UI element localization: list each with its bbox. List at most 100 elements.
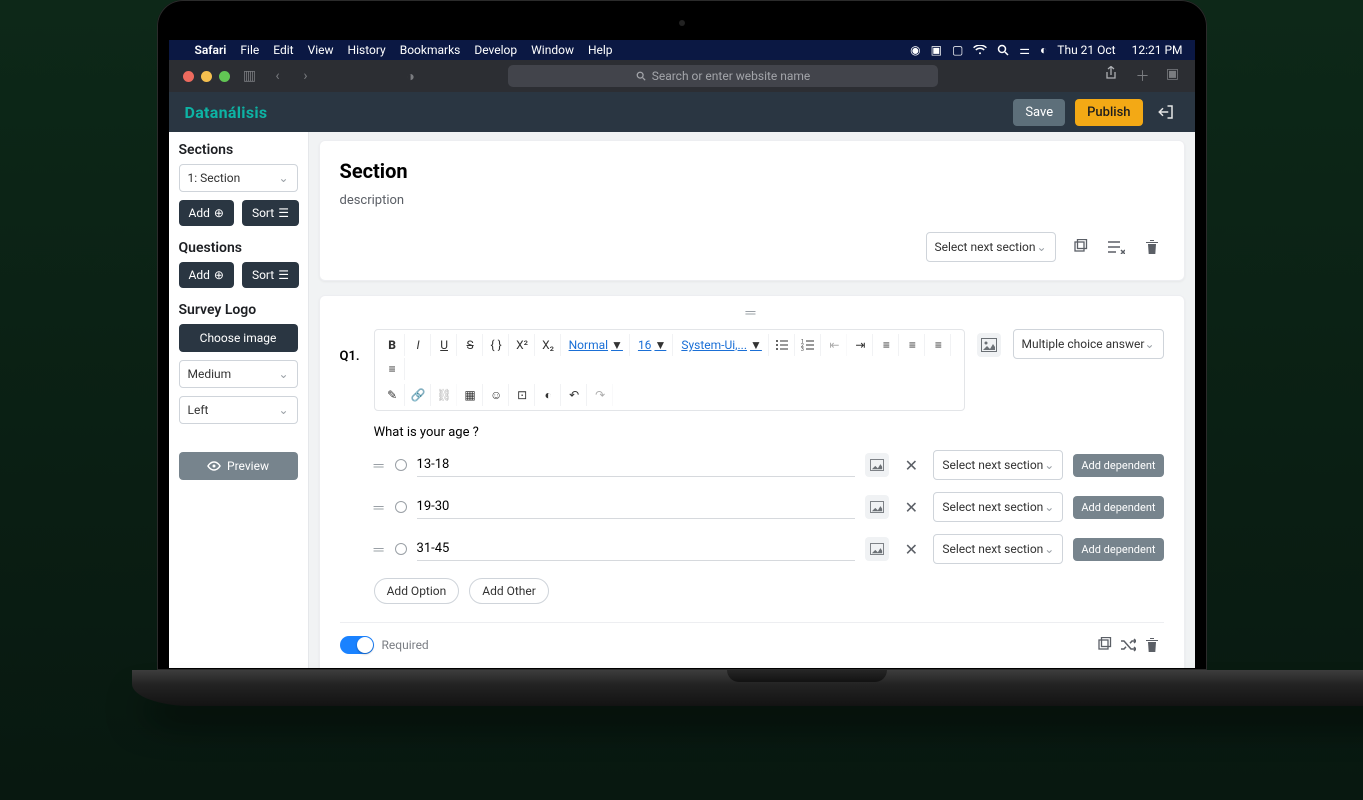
wifi-icon[interactable] <box>973 45 987 55</box>
pencil-icon[interactable]: ✎ <box>381 384 405 406</box>
preview-button[interactable]: Preview <box>179 452 298 480</box>
image-icon[interactable]: ▦ <box>459 384 483 406</box>
add-question-button[interactable]: Add ⊕ <box>179 262 234 288</box>
safari-urlbar[interactable]: Search or enter website name <box>508 65 938 87</box>
unlink-icon[interactable]: ⛓ <box>433 384 457 406</box>
code-icon[interactable]: { } <box>485 334 509 356</box>
option-image-icon[interactable] <box>865 453 889 477</box>
required-toggle[interactable] <box>340 636 374 654</box>
shield-icon[interactable]: ◑ <box>403 68 419 85</box>
save-button[interactable]: Save <box>1013 99 1065 126</box>
font-family-select[interactable]: System-Ui,... ▼ <box>675 334 769 356</box>
q1-option1-next-select[interactable]: Select next section⌄ <box>933 450 1063 480</box>
italic-icon[interactable]: I <box>407 334 431 356</box>
publish-button[interactable]: Publish <box>1075 99 1142 126</box>
add-question-image-icon[interactable] <box>977 333 1001 357</box>
drag-handle-icon[interactable]: ═ <box>374 541 385 558</box>
duplicate-question-icon[interactable] <box>1092 633 1116 657</box>
add-dependent-button[interactable]: Add dependent <box>1073 454 1163 477</box>
drag-handle-icon[interactable]: ═ <box>374 457 385 474</box>
siri-icon[interactable]: ◐ <box>1040 43 1047 57</box>
menu-edit[interactable]: Edit <box>273 43 293 57</box>
align-left-icon[interactable]: ≡ <box>875 334 899 356</box>
underline-icon[interactable]: U <box>433 334 457 356</box>
ordered-list-icon[interactable]: 123 <box>797 334 821 356</box>
strikethrough-icon[interactable]: S <box>459 334 483 356</box>
q1-option-input-1[interactable] <box>417 453 856 477</box>
spotlight-icon[interactable] <box>997 44 1009 56</box>
section-select[interactable]: 1: Section ⌄ <box>179 164 298 192</box>
macos-app-name[interactable]: Safari <box>195 43 227 57</box>
menu-window[interactable]: Window <box>531 43 574 57</box>
align-center-icon[interactable]: ≡ <box>901 334 925 356</box>
display-icon[interactable]: ▣ <box>931 43 942 57</box>
section-description[interactable]: description <box>340 193 1164 208</box>
fullscreen-window-button[interactable] <box>219 71 230 82</box>
logout-icon[interactable] <box>1153 99 1179 125</box>
menu-help[interactable]: Help <box>588 43 613 57</box>
add-section-button[interactable]: Add ⊕ <box>179 200 234 226</box>
add-dependent-button[interactable]: Add dependent <box>1073 538 1163 561</box>
delete-section-icon[interactable] <box>1140 235 1164 259</box>
menu-history[interactable]: History <box>348 43 386 57</box>
remove-option-icon[interactable]: ✕ <box>899 537 923 561</box>
duplicate-section-icon[interactable] <box>1068 235 1092 259</box>
superscript-icon[interactable]: X² <box>511 334 535 356</box>
sidebar-toggle-icon[interactable]: ▥ <box>242 68 258 84</box>
menu-develop[interactable]: Develop <box>474 43 517 57</box>
drag-handle-icon[interactable]: ═ <box>374 499 385 516</box>
subscript-icon[interactable]: X₂ <box>537 334 561 356</box>
q1-option-input-3[interactable] <box>417 537 856 561</box>
indent-icon[interactable]: ⇥ <box>849 334 873 356</box>
add-other-button[interactable]: Add Other <box>469 578 549 604</box>
insert-image-icon[interactable]: ⊡ <box>511 384 535 406</box>
menu-view[interactable]: View <box>308 43 334 57</box>
bold-icon[interactable]: B <box>381 334 405 356</box>
eraser-icon[interactable]: ◐ <box>537 384 561 406</box>
redo-icon[interactable]: ↷ <box>589 384 613 406</box>
remove-option-icon[interactable]: ✕ <box>899 495 923 519</box>
section-next-select[interactable]: Select next section ⌄ <box>926 232 1056 262</box>
align-justify-icon[interactable]: ≡ <box>381 358 405 380</box>
sort-sections-button[interactable]: Sort ☰ <box>242 200 299 226</box>
q1-option3-next-select[interactable]: Select next section⌄ <box>933 534 1063 564</box>
option-image-icon[interactable] <box>865 495 889 519</box>
add-dependent-button[interactable]: Add dependent <box>1073 496 1163 519</box>
unordered-list-icon[interactable] <box>771 334 795 356</box>
q1-type-select[interactable]: Multiple choice answer ⌄ <box>1013 329 1164 359</box>
back-icon[interactable]: ‹ <box>270 68 286 84</box>
delete-question-icon[interactable] <box>1140 633 1164 657</box>
menubar-date[interactable]: Thu 21 Oct <box>1057 43 1115 57</box>
tabs-icon[interactable]: ▣ <box>1165 66 1181 86</box>
control-center-icon[interactable]: ⚌ <box>1019 43 1030 57</box>
play-icon[interactable]: ◉ <box>910 43 920 57</box>
add-option-button[interactable]: Add Option <box>374 578 460 604</box>
logo-size-select[interactable]: Medium ⌄ <box>179 360 298 388</box>
outdent-icon[interactable]: ⇤ <box>823 334 847 356</box>
link-icon[interactable]: 🔗 <box>407 384 431 406</box>
q1-question-text[interactable]: What is your age ? <box>374 411 1164 450</box>
close-window-button[interactable] <box>183 71 194 82</box>
q1-option2-next-select[interactable]: Select next section⌄ <box>933 492 1063 522</box>
option-image-icon[interactable] <box>865 537 889 561</box>
logo-align-select[interactable]: Left ⌄ <box>179 396 298 424</box>
drag-handle-icon[interactable]: ═ <box>340 304 1164 321</box>
new-tab-icon[interactable]: ＋ <box>1135 66 1151 86</box>
menubar-time[interactable]: 12:21 PM <box>1132 43 1183 57</box>
align-right-icon[interactable]: ≡ <box>927 334 951 356</box>
list-remove-icon[interactable] <box>1104 235 1128 259</box>
choose-image-button[interactable]: Choose image <box>179 324 298 352</box>
forward-icon[interactable]: › <box>298 68 314 84</box>
menu-file[interactable]: File <box>240 43 259 57</box>
shuffle-icon[interactable] <box>1116 633 1140 657</box>
menu-bookmarks[interactable]: Bookmarks <box>400 43 461 57</box>
battery-icon[interactable]: ▢ <box>952 43 963 57</box>
font-size-select[interactable]: 16 ▼ <box>632 334 673 356</box>
section-title[interactable]: Section <box>340 159 1164 183</box>
share-icon[interactable] <box>1105 66 1121 86</box>
remove-option-icon[interactable]: ✕ <box>899 453 923 477</box>
sort-questions-button[interactable]: Sort ☰ <box>242 262 299 288</box>
paragraph-style-select[interactable]: Normal ▼ <box>563 334 630 356</box>
emoji-icon[interactable]: ☺ <box>485 384 509 406</box>
minimize-window-button[interactable] <box>201 71 212 82</box>
